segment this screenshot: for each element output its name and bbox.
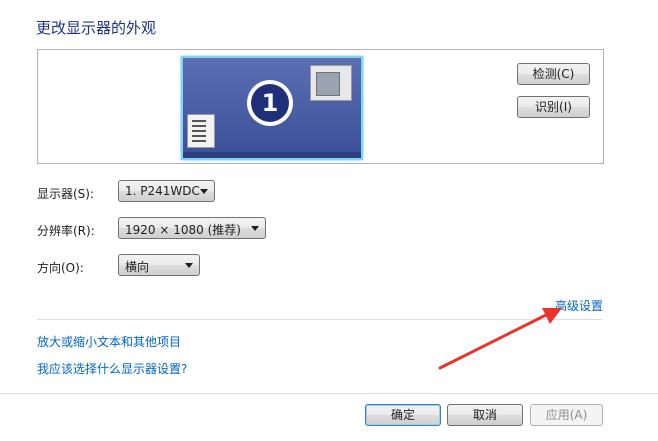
resolution-select-value: 1920 × 1080 (推荐) [125, 223, 241, 237]
text-size-link[interactable]: 放大或缩小文本和其他项目 [37, 333, 181, 350]
display-label: 显示器(S): [37, 187, 95, 201]
orientation-select-value: 横向 [125, 260, 150, 274]
chevron-down-icon [251, 226, 259, 231]
help-link[interactable]: 我应该选择什么显示器设置? [37, 360, 187, 377]
resolution-label: 分辨率(R): [37, 224, 95, 238]
detect-button[interactable]: 检测(C) [517, 63, 590, 85]
ok-button[interactable]: 确定 [365, 404, 441, 426]
monitor-thumbnail[interactable]: 1 [181, 56, 363, 160]
cancel-button[interactable]: 取消 [447, 404, 523, 426]
monitor-number-badge: 1 [247, 80, 293, 126]
taskbar-thumbnail [183, 152, 361, 158]
window-thumbnail-icon [310, 65, 352, 101]
display-preview-panel: 1 检测(C) 识别(I) [37, 49, 604, 164]
document-thumbnail-icon [187, 114, 215, 148]
display-select-value: 1. P241WDC [125, 184, 200, 198]
page-title: 更改显示器的外观 [36, 19, 157, 37]
identify-button[interactable]: 识别(I) [517, 96, 590, 118]
arrow-shaft [438, 313, 548, 370]
display-select[interactable]: 1. P241WDC [118, 180, 215, 202]
orientation-label: 方向(O): [37, 261, 84, 275]
footer-divider [0, 393, 658, 394]
chevron-down-icon [185, 263, 193, 268]
red-arrow-annotation [438, 308, 562, 370]
monitor-number: 1 [251, 84, 289, 122]
apply-button[interactable]: 应用(A) [530, 404, 603, 426]
orientation-select[interactable]: 横向 [118, 254, 200, 276]
chevron-down-icon [200, 189, 208, 194]
resolution-select[interactable]: 1920 × 1080 (推荐) [118, 217, 266, 239]
